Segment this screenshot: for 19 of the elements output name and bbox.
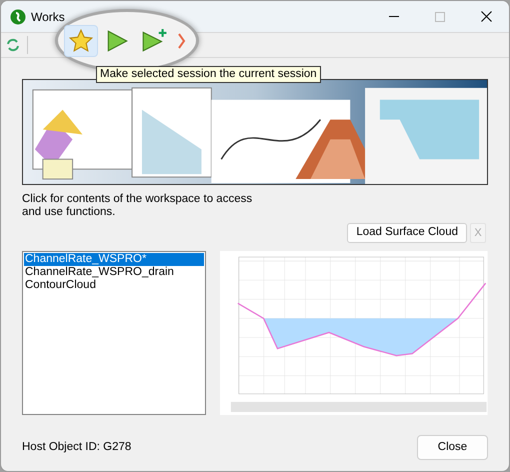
toolbar-button[interactable] — [64, 24, 98, 56]
description-text: Click for contents of the workspace to access and use functions. — [22, 193, 254, 219]
maximize-icon — [435, 12, 445, 22]
session-item[interactable]: ContourCloud — [24, 279, 204, 292]
play-add-icon — [140, 28, 168, 54]
star-icon — [68, 28, 94, 54]
close-button[interactable]: Close — [417, 435, 488, 460]
session-item[interactable]: ChannelRate_WSPRO* — [24, 253, 204, 266]
refresh-icon — [6, 38, 20, 52]
host-object-label: Host Object ID: G278 — [22, 440, 132, 455]
tooltip: Make selected session the current session — [96, 66, 321, 83]
window-title: Works — [31, 8, 65, 26]
close-icon — [480, 11, 492, 22]
minimize-icon — [389, 16, 399, 18]
session-item[interactable]: ChannelRate_WSPRO_drain — [24, 266, 204, 279]
globe-icon — [10, 8, 26, 24]
chevron-icon — [178, 30, 186, 50]
refresh-button[interactable] — [5, 37, 21, 53]
load-surface-cloud-button[interactable]: Load Surface Cloud — [347, 223, 467, 243]
